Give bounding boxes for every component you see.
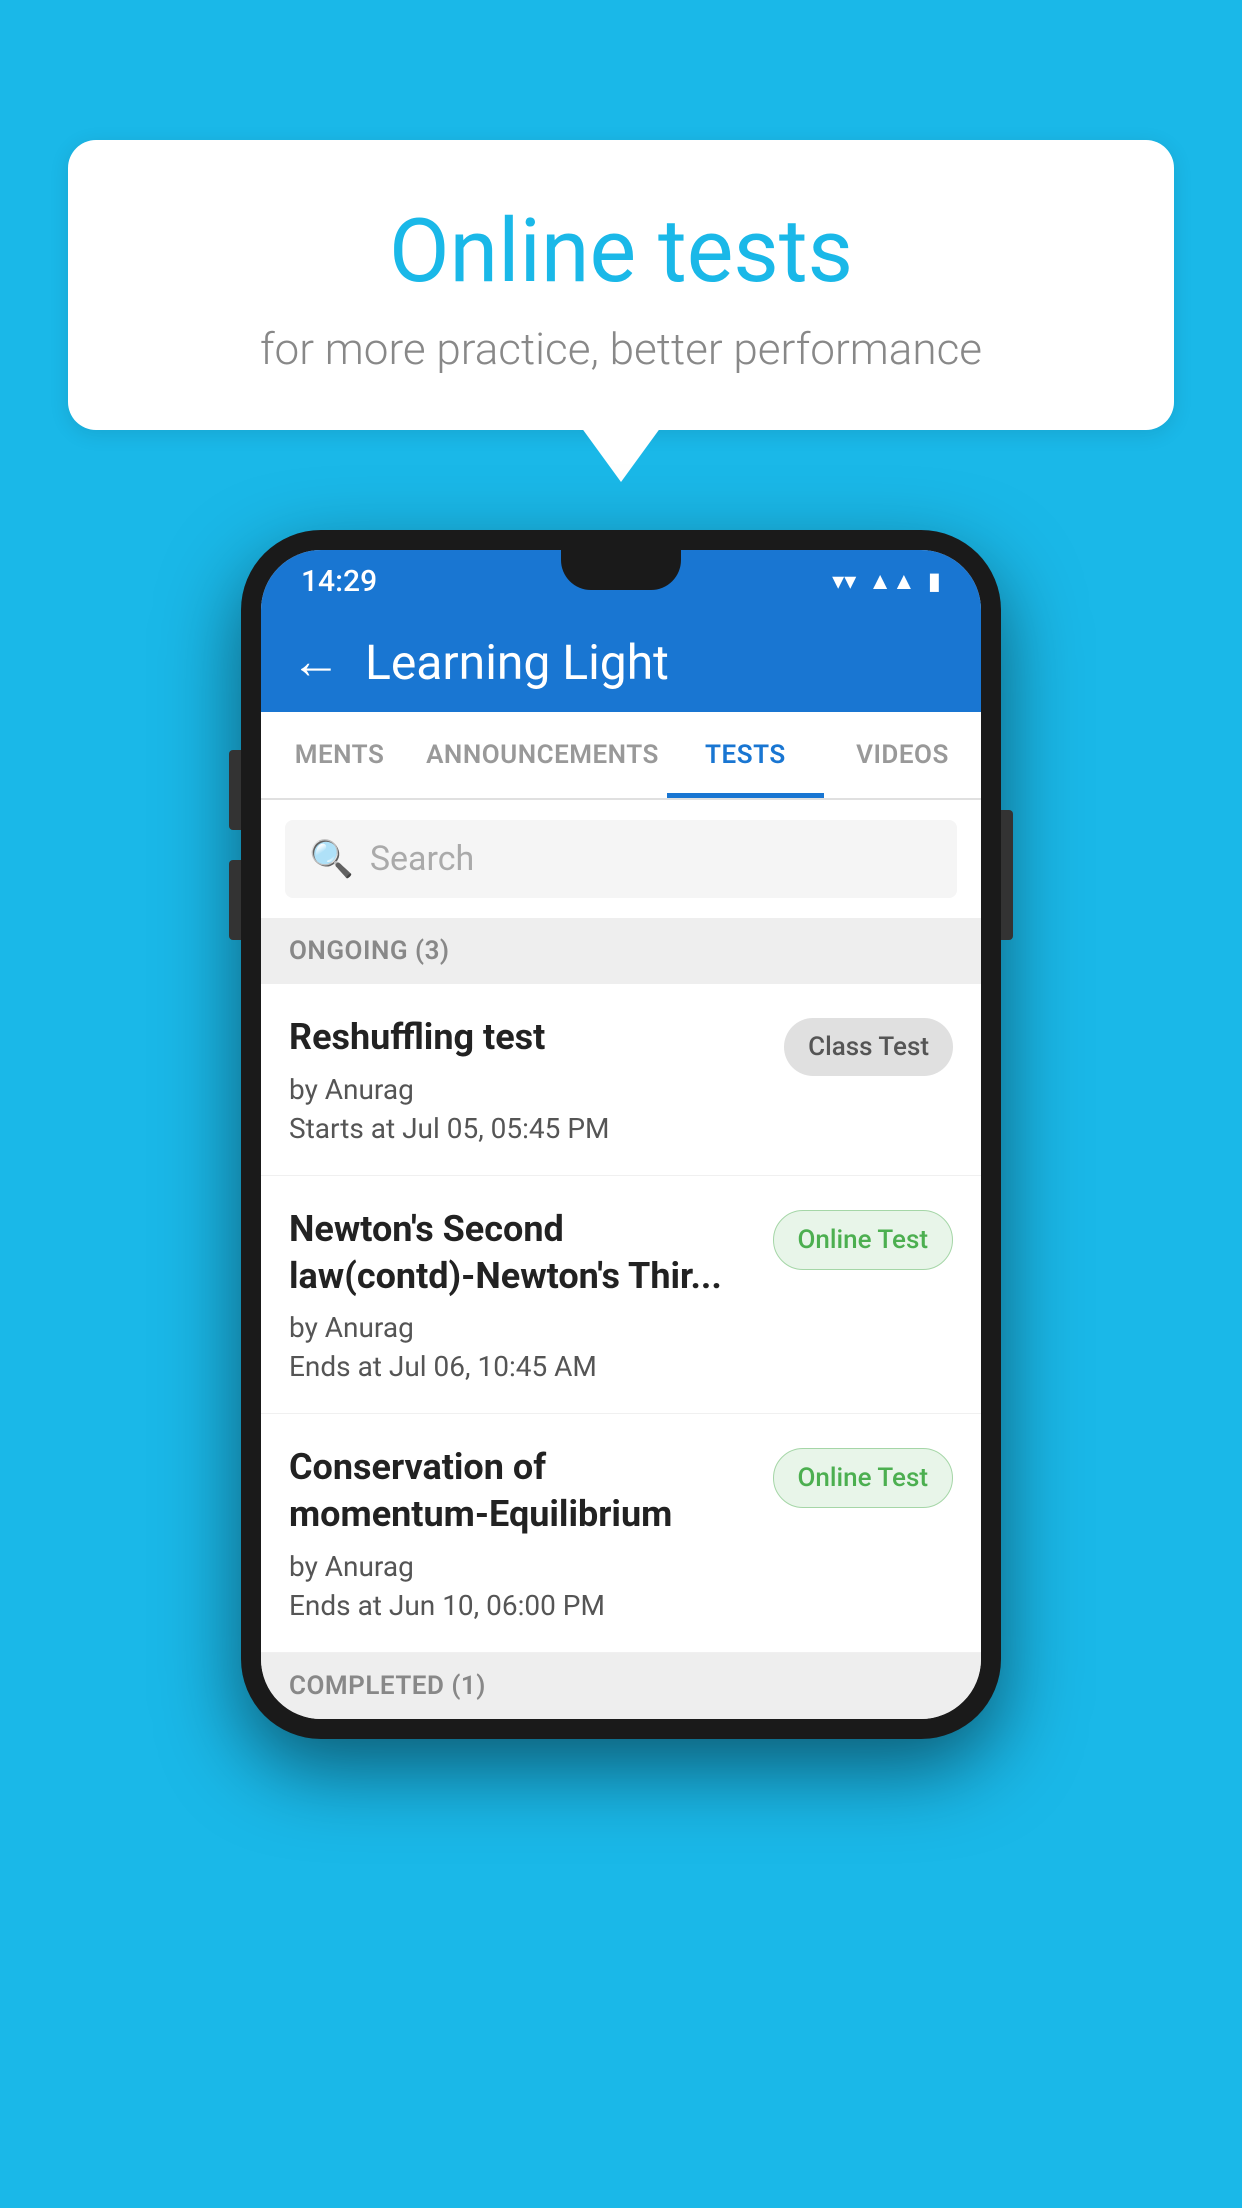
- test-author: by Anurag: [289, 1550, 753, 1583]
- test-title: Newton's Second law(contd)-Newton's Thir…: [289, 1206, 753, 1300]
- test-badge-online-2: Online Test: [773, 1448, 954, 1508]
- test-date: Ends at Jul 06, 10:45 AM: [289, 1350, 753, 1383]
- tab-videos[interactable]: VIDEOS: [824, 712, 981, 798]
- tab-announcements[interactable]: ANNOUNCEMENTS: [418, 712, 667, 798]
- search-bar: 🔍 Search: [261, 800, 981, 918]
- status-time: 14:29: [301, 564, 377, 599]
- battery-icon: ▮: [928, 567, 941, 595]
- completed-section-header: COMPLETED (1): [261, 1653, 981, 1719]
- tab-ments[interactable]: MENTS: [261, 712, 418, 798]
- phone-container: 14:29 ▾▾ ▲▲ ▮ ← Learning Light MENTS ANN…: [241, 530, 1001, 1739]
- test-title: Reshuffling test: [289, 1014, 764, 1061]
- bubble-subtitle: for more practice, better performance: [108, 323, 1134, 375]
- ongoing-section-header: ONGOING (3): [261, 918, 981, 984]
- test-author: by Anurag: [289, 1311, 753, 1344]
- test-date: Ends at Jun 10, 06:00 PM: [289, 1589, 753, 1622]
- speech-bubble: Online tests for more practice, better p…: [68, 140, 1174, 430]
- phone-notch: [561, 550, 681, 590]
- volume-up-button[interactable]: [229, 750, 241, 830]
- test-item[interactable]: Reshuffling test by Anurag Starts at Jul…: [261, 984, 981, 1176]
- tabs-bar: MENTS ANNOUNCEMENTS TESTS VIDEOS: [261, 712, 981, 800]
- signal-icon: ▲▲: [868, 567, 916, 596]
- phone-screen: 14:29 ▾▾ ▲▲ ▮ ← Learning Light MENTS ANN…: [261, 550, 981, 1719]
- wifi-icon: ▾▾: [832, 567, 856, 595]
- app-bar: ← Learning Light: [261, 612, 981, 712]
- phone-frame: 14:29 ▾▾ ▲▲ ▮ ← Learning Light MENTS ANN…: [241, 530, 1001, 1739]
- bubble-title: Online tests: [108, 200, 1134, 303]
- status-icons: ▾▾ ▲▲ ▮: [832, 567, 941, 596]
- test-title: Conservation of momentum-Equilibrium: [289, 1444, 753, 1538]
- test-badge-class: Class Test: [784, 1018, 953, 1076]
- test-info: Newton's Second law(contd)-Newton's Thir…: [289, 1206, 773, 1384]
- tab-tests[interactable]: TESTS: [667, 712, 824, 798]
- test-item[interactable]: Newton's Second law(contd)-Newton's Thir…: [261, 1176, 981, 1415]
- volume-down-button[interactable]: [229, 860, 241, 940]
- app-title: Learning Light: [365, 634, 669, 691]
- back-button[interactable]: ←: [291, 637, 341, 687]
- test-item[interactable]: Conservation of momentum-Equilibrium by …: [261, 1414, 981, 1653]
- search-input-wrap[interactable]: 🔍 Search: [285, 820, 957, 898]
- test-author: by Anurag: [289, 1073, 764, 1106]
- search-icon: 🔍: [309, 838, 354, 880]
- test-badge-online: Online Test: [773, 1210, 954, 1270]
- test-date: Starts at Jul 05, 05:45 PM: [289, 1112, 764, 1145]
- test-info: Reshuffling test by Anurag Starts at Jul…: [289, 1014, 784, 1145]
- power-button[interactable]: [1001, 810, 1013, 940]
- test-info: Conservation of momentum-Equilibrium by …: [289, 1444, 773, 1622]
- search-placeholder: Search: [370, 839, 474, 879]
- test-list: Reshuffling test by Anurag Starts at Jul…: [261, 984, 981, 1653]
